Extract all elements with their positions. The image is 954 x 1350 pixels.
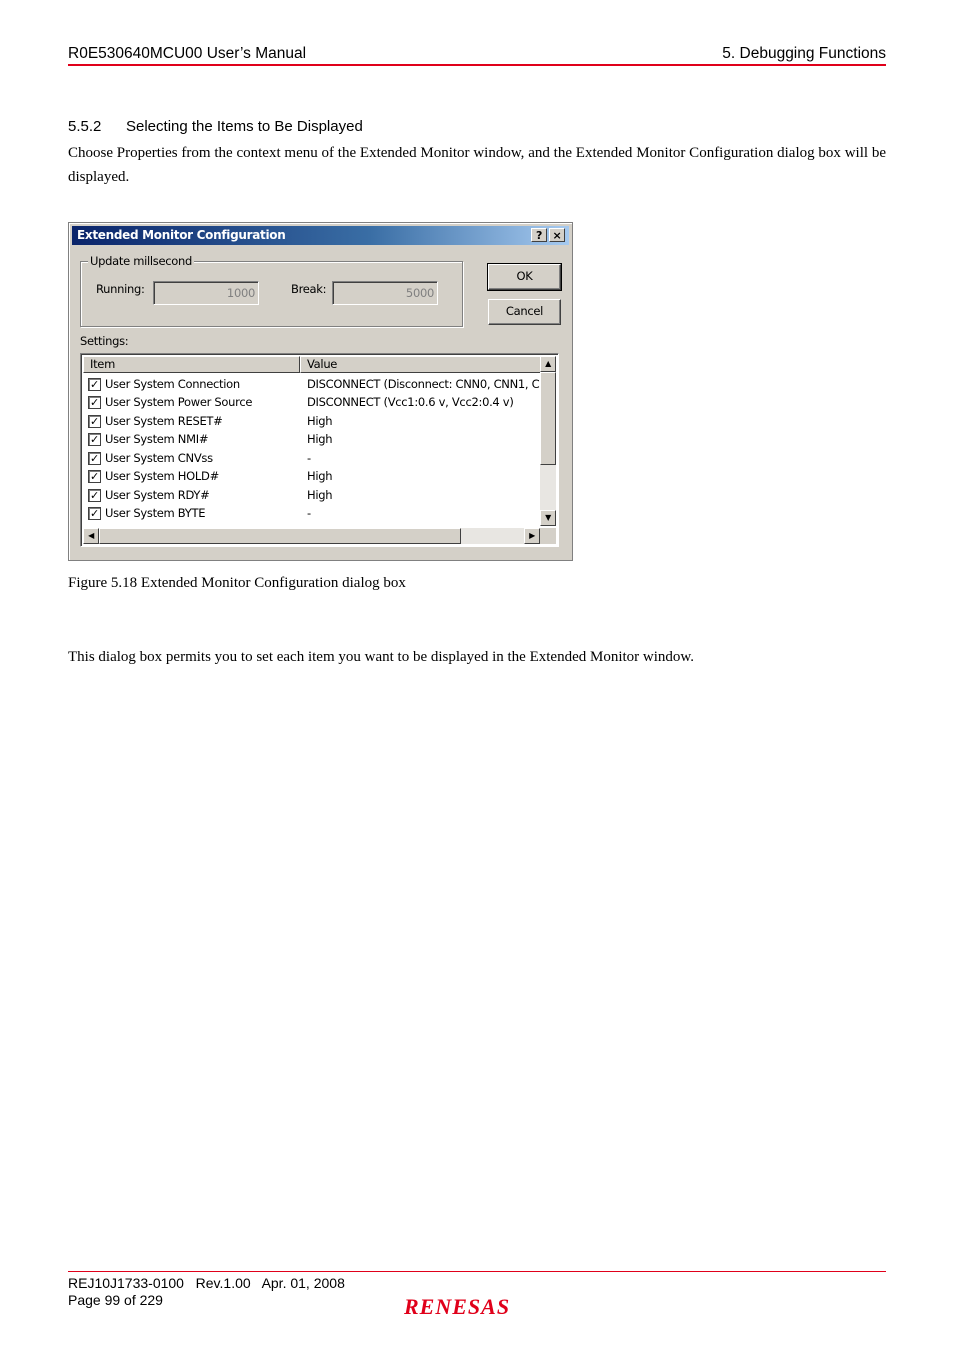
close-button[interactable]: × (549, 228, 565, 242)
section-title: Selecting the Items to Be Displayed (126, 118, 363, 135)
section-heading: 5.5.2 Selecting the Items to Be Displayed (68, 118, 363, 135)
footer-page-number: Page 99 of 229 (68, 1292, 163, 1308)
item-value: High (307, 414, 333, 428)
item-name: User System RDY# (105, 488, 210, 502)
item-value: - (307, 506, 311, 520)
ok-button[interactable]: OK (487, 263, 562, 291)
update-interval-group: Update millsecond Running: 1000 Break: 5… (80, 254, 463, 327)
list-item[interactable]: ✓ User System RDY# High (83, 487, 543, 505)
item-value: High (307, 432, 333, 446)
checkbox[interactable]: ✓ (88, 396, 101, 409)
logo-text: RENESAS (403, 1294, 510, 1319)
footer-doc-info: REJ10J1733-0100 Rev.1.00 Apr. 01, 2008 (68, 1275, 345, 1291)
running-field[interactable]: 1000 (153, 281, 259, 305)
settings-label: Settings: (80, 334, 129, 348)
list-item[interactable]: ✓ User System Power Source DISCONNECT (V… (83, 394, 543, 412)
item-name: User System Connection (105, 377, 240, 391)
break-field[interactable]: 5000 (332, 281, 438, 305)
item-value: DISCONNECT (Disconnect: CNN0, CNN1, CN (307, 377, 543, 391)
checkbox[interactable]: ✓ (88, 452, 101, 465)
vertical-scroll-thumb[interactable] (540, 372, 556, 465)
footer-doc-id: REJ10J1733-0100 (68, 1275, 184, 1291)
item-name: User System Power Source (105, 395, 253, 409)
item-name: User System NMI# (105, 432, 209, 446)
item-name: User System RESET# (105, 414, 223, 428)
figure-caption: Figure 5.18 Extended Monitor Configurati… (68, 575, 406, 591)
break-label: Break: (291, 282, 327, 296)
checkbox[interactable]: ✓ (88, 507, 101, 520)
item-name: User System BYTE (105, 506, 206, 520)
footer-rule (68, 1271, 886, 1272)
renesas-logo: RENESAS (403, 1294, 510, 1319)
scroll-down-icon[interactable]: ▼ (540, 510, 556, 526)
checkbox[interactable]: ✓ (88, 433, 101, 446)
extended-monitor-config-dialog: Extended Monitor Configuration ? × Updat… (68, 222, 573, 561)
help-button[interactable]: ? (531, 228, 547, 242)
list-item[interactable]: ✓ User System CNVss - (83, 450, 543, 468)
intro-paragraph: Choose Properties from the context menu … (68, 145, 886, 185)
cancel-button[interactable]: Cancel (488, 299, 561, 325)
vertical-scrollbar[interactable]: ▲ ▼ (540, 356, 556, 526)
item-value: - (307, 451, 311, 465)
checkbox[interactable]: ✓ (88, 489, 101, 502)
list-item[interactable]: ✓ User System HOLD# High (83, 468, 543, 486)
dialog-titlebar: Extended Monitor Configuration ? × (72, 226, 569, 245)
checkbox[interactable]: ✓ (88, 470, 101, 483)
body-paragraph: This dialog box permits you to set each … (68, 649, 695, 665)
item-value: High (307, 469, 333, 483)
group-label: Update millsecond (88, 254, 195, 268)
column-header-value[interactable]: Value (300, 356, 541, 373)
header-rule (68, 64, 886, 66)
horizontal-scrollbar[interactable]: ◀ ▶ (83, 528, 540, 544)
header-manual-title: R0E530640MCU00 User’s Manual (68, 45, 307, 62)
list-item[interactable]: ✓ User System Connection DISCONNECT (Dis… (83, 376, 543, 394)
footer-rev: Rev.1.00 (195, 1275, 251, 1291)
dialog-title: Extended Monitor Configuration (77, 228, 286, 242)
item-value: High (307, 488, 333, 502)
column-header-item[interactable]: Item (83, 356, 300, 373)
scroll-right-icon[interactable]: ▶ (524, 528, 540, 544)
scrollbar-corner (540, 528, 556, 544)
section-number: 5.5.2 (68, 118, 102, 135)
scroll-up-icon[interactable]: ▲ (540, 356, 556, 372)
footer-date: Apr. 01, 2008 (261, 1275, 345, 1291)
item-value: DISCONNECT (Vcc1:0.6 v, Vcc2:0.4 v) (307, 395, 514, 409)
list-item[interactable]: ✓ User System NMI# High (83, 431, 543, 449)
scroll-left-icon[interactable]: ◀ (83, 528, 99, 544)
horizontal-scroll-thumb[interactable] (99, 528, 461, 544)
item-name: User System HOLD# (105, 469, 219, 483)
list-item[interactable]: ✓ User System BYTE - (83, 505, 543, 523)
running-label: Running: (96, 282, 145, 296)
checkbox[interactable]: ✓ (88, 378, 101, 391)
header-chapter-title: 5. Debugging Functions (722, 45, 886, 62)
item-name: User System CNVss (105, 451, 213, 465)
settings-list[interactable]: Item Value ✓ User System Connection DISC… (80, 353, 559, 547)
list-item[interactable]: ✓ User System RESET# High (83, 413, 543, 431)
checkbox[interactable]: ✓ (88, 415, 101, 428)
